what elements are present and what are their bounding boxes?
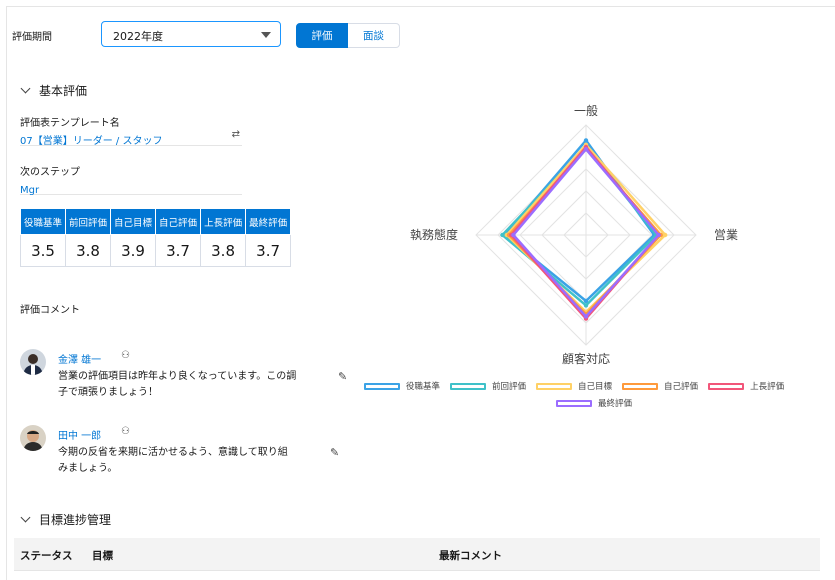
radar-point [663,232,668,238]
radar-point [583,138,589,143]
radar-point [583,147,589,152]
chevron-down-icon [20,512,31,523]
period-label: 評価期間 [12,32,52,43]
legend-swatch [555,399,592,407]
score-header: 役職基準 [19,208,67,235]
chevron-down-icon [261,32,271,38]
legend-swatch [450,382,487,390]
comment-text-line: みましょう。 [58,463,118,474]
legend-label: 自己評価 [664,382,699,392]
tab-interview[interactable]: 面談 [348,23,400,48]
score-header: 自己評価 [155,208,202,235]
pencil-icon[interactable]: ✎ [338,370,347,383]
avatar [20,349,46,375]
legend-swatch [708,382,745,390]
next-step-label: 次のステップ [20,167,80,178]
goal-section-title: 目標進捗管理 [39,513,112,527]
radar-chart: 一般営業顧客対応 執務態度 [410,103,738,366]
template-link[interactable]: 07【営業】リーダー / スタッフ [20,136,162,147]
legend-item[interactable]: 前回評価 [450,380,526,392]
period-select[interactable]: 2022年度 [101,21,281,47]
legend-label: 前回評価 [492,382,527,392]
comment-text-line: 子で頑張りましょう！ [58,387,158,398]
legend-swatch [536,382,573,390]
radar-point [583,303,589,308]
legend-swatch [622,382,659,390]
pencil-icon[interactable]: ✎ [330,446,339,459]
goal-table-header: ステータス 目標 最新コメント [14,538,820,571]
score-header: 最終評価 [245,208,292,235]
legend-item[interactable]: 上長評価 [708,380,784,392]
score-value: 3.8 [200,234,247,267]
column-header-latest-comment[interactable]: 最新コメント [439,548,502,563]
legend-swatch [364,382,400,390]
user-icon: ⚇ [121,426,130,437]
legend-label: 役職基準 [406,382,441,392]
edit-swap-icon[interactable]: ⇄ [232,129,240,140]
legend-label: 上長評価 [750,382,785,392]
tab-evaluation[interactable]: 評価 [296,23,348,48]
radar-point [583,314,589,319]
period-select-value: 2022年度 [113,30,163,43]
score-header: 自己目標 [110,208,157,235]
comment-author[interactable]: 金澤 雄一 [58,351,101,366]
next-step-field: Mgr [20,178,242,196]
legend-item[interactable]: 自己評価 [622,380,698,392]
score-table: 役職基準 前回評価 自己目標 自己評価 上長評価 最終評価 3.5 3.8 3.… [19,208,292,267]
legend-label: 自己目標 [578,382,613,392]
legend-label: 最終評価 [597,399,632,409]
radar-axis-label: 執務態度 [410,227,458,242]
legend-item[interactable]: 最終評価 [555,397,632,409]
score-header: 前回評価 [65,208,112,235]
radar-point [511,232,516,238]
score-value: 3.9 [110,234,157,267]
legend-item[interactable]: 自己目標 [536,380,612,392]
chevron-down-icon [20,83,31,94]
score-value: 3.7 [155,234,202,267]
column-header-goal[interactable]: 目標 [92,548,113,563]
template-label: 評価表テンプレート名 [20,118,120,129]
template-field: 07【営業】リーダー / スタッフ ⇄ [20,129,242,147]
score-header: 上長評価 [200,208,247,235]
goal-section-header[interactable]: 目標進捗管理 [20,511,111,528]
basic-section-header[interactable]: 基本評価 [20,82,87,99]
radar-point [500,232,505,238]
comment-text-line: 営業の評価項目は昨年より良くなっています。この調 [58,371,297,382]
comments-label: 評価コメント [20,305,80,316]
comment-author[interactable]: 田中 一郎 [58,427,101,442]
score-value: 3.5 [19,234,67,267]
column-header-status[interactable]: ステータス [20,548,73,563]
radar-axis-label: 営業 [714,228,738,242]
radar-axis-label: 顧客対応 [562,351,610,366]
score-value: 3.7 [245,234,292,267]
legend-item[interactable]: 役職基準 [364,380,440,392]
radar-series-line [507,147,663,316]
radar-axis-label: 一般 [574,103,598,118]
next-step-value[interactable]: Mgr [20,185,39,196]
comment-text-line: 今期の反省を来期に活かせるよう、意識して取り組 [58,447,288,458]
chart-legend: 役職基準 前回評価 自己目標 自己評価 上長評価 最終評価 [364,380,824,409]
user-icon: ⚇ [121,350,130,361]
basic-section-title: 基本評価 [39,84,88,98]
radar-series-line [501,145,658,307]
avatar [20,425,46,451]
radar-point [656,232,661,238]
score-value: 3.8 [65,234,112,267]
